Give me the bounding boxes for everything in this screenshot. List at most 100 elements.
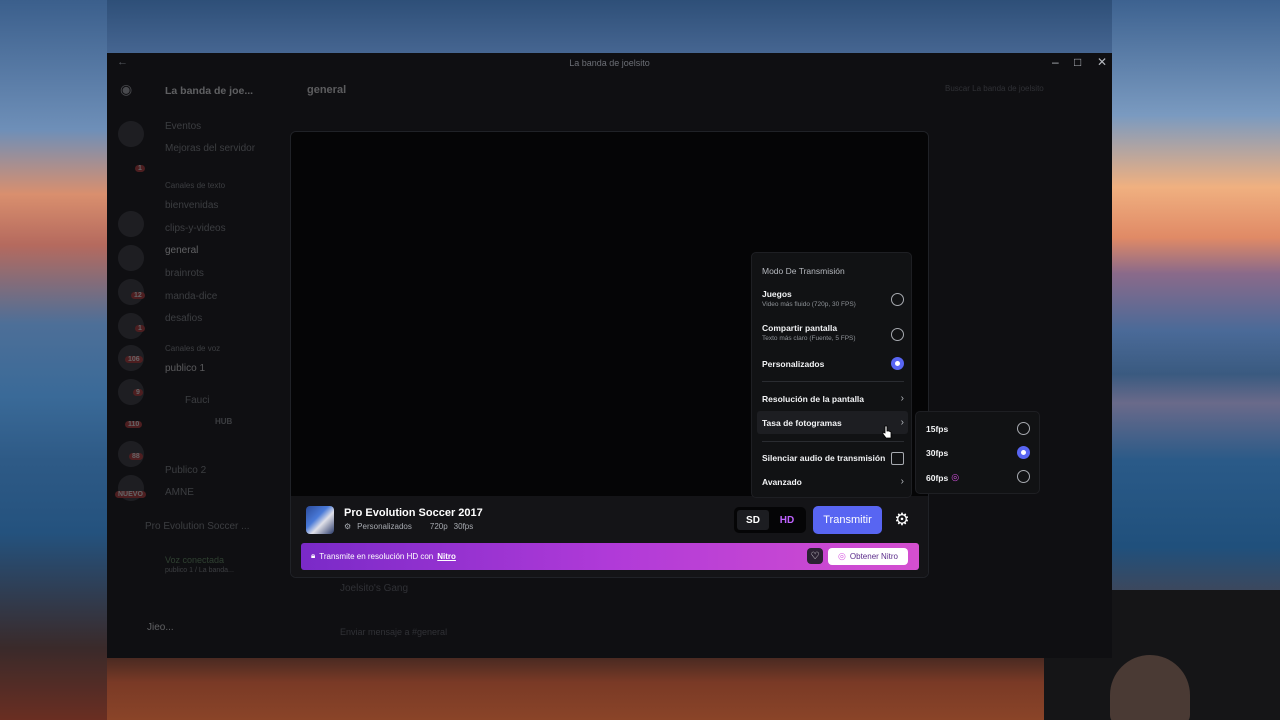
badge: 106 <box>125 356 143 363</box>
channel-brainrots[interactable]: brainrots <box>165 268 204 279</box>
quality-toggle: SD HD <box>734 507 806 533</box>
sidebar-item-events[interactable]: Eventos <box>165 121 201 132</box>
maximize-icon[interactable]: □ <box>1074 55 1081 69</box>
stream-settings-menu: Modo De Transmisión Juegos Video más flu… <box>751 252 912 498</box>
window-title: La banda de joelsito <box>569 58 650 68</box>
close-icon[interactable]: ✕ <box>1097 55 1107 69</box>
option-label: Juegos <box>762 289 792 299</box>
fps-option-60[interactable]: 60fps ◎ <box>926 470 1030 483</box>
menu-advanced[interactable]: Avanzado › <box>762 476 904 487</box>
option-sub: Texto más claro (Fuente, 5 FPS) <box>762 335 856 342</box>
menu-mute-audio[interactable]: Silenciar audio de transmisión <box>762 452 904 465</box>
user-name: Jieo... <box>147 622 174 633</box>
badge: NUEVO <box>115 491 146 498</box>
game-title: Pro Evolution Soccer 2017 <box>344 507 483 519</box>
nitro-banner-text: 🔒︎ Transmite en resolución HD con Nitro <box>311 551 456 561</box>
voice-channel-2[interactable]: Publico 2 <box>165 465 206 476</box>
badge: 12 <box>131 292 145 299</box>
sd-button[interactable]: SD <box>737 510 769 530</box>
badge: 1 <box>135 325 145 332</box>
fps-label: 60fps <box>926 472 949 483</box>
nitro-link[interactable]: Nitro <box>437 552 456 561</box>
server-icon[interactable] <box>118 211 144 237</box>
heart-icon[interactable]: ♡ <box>807 548 823 564</box>
option-label: Personalizados <box>762 359 825 369</box>
advanced-label: Avanzado <box>762 477 802 487</box>
divider <box>762 441 904 442</box>
title-bar: ← La banda de joelsito – □ ✕ <box>107 53 1112 73</box>
message-input[interactable]: Enviar mensaje a #general <box>340 627 447 637</box>
chevron-right-icon: › <box>900 417 904 428</box>
stream-fps: 30fps <box>453 522 474 531</box>
channel-general[interactable]: general <box>165 245 198 256</box>
get-nitro-label: Obtener Nitro <box>849 552 898 561</box>
channel-clips[interactable]: clips-y-videos <box>165 223 226 234</box>
voice-channel-3[interactable]: AMNE <box>165 487 194 498</box>
radio-60fps[interactable] <box>1017 470 1030 483</box>
game-icon <box>306 506 334 534</box>
menu-resolution[interactable]: Resolución de la pantalla › <box>762 393 904 404</box>
voice-status: Voz conectada <box>165 555 225 565</box>
mute-audio-label: Silenciar audio de transmisión <box>762 453 886 463</box>
option-sub: Video más fluido (720p, 30 FPS) <box>762 301 856 308</box>
chat-footer-text: Joelsito's Gang <box>340 583 409 594</box>
radio-15fps[interactable] <box>1017 422 1030 435</box>
desktop-wallpaper-bottom <box>107 658 1112 720</box>
nitro-icon: ◎ <box>838 551 846 561</box>
category-voice[interactable]: Canales de voz <box>165 344 220 353</box>
badge: 88 <box>129 453 143 460</box>
gear-icon: ⚙ <box>344 522 352 531</box>
hd-button[interactable]: HD <box>771 510 803 530</box>
voice-user-tag: HUB <box>215 417 233 426</box>
fps-option-15[interactable]: 15fps <box>926 422 1030 435</box>
voice-sub: publico 1 / La banda... <box>165 567 234 574</box>
server-icon[interactable] <box>118 121 144 147</box>
stream-mode: Personalizados <box>357 522 412 531</box>
channel-desafios[interactable]: desafios <box>165 313 202 324</box>
stream-bottom-bar: Pro Evolution Soccer 2017 ⚙ Personalizad… <box>291 496 928 577</box>
settings-gear-icon[interactable]: ⚙ <box>888 506 916 534</box>
category-text[interactable]: Canales de texto <box>165 181 225 190</box>
minimize-icon[interactable]: – <box>1052 55 1059 69</box>
activity-label[interactable]: Pro Evolution Soccer ... <box>145 521 250 532</box>
stream-info: ⚙ Personalizados 720p 30fps <box>344 522 473 531</box>
nitro-icon: ◎ <box>951 472 960 482</box>
option-custom[interactable]: Personalizados <box>762 357 904 370</box>
search-input[interactable]: Buscar La banda de joelsito <box>945 84 1044 93</box>
voice-user[interactable]: Fauci <box>185 395 209 406</box>
fps-label: 30fps <box>926 448 949 458</box>
option-games[interactable]: Juegos Video más fluido (720p, 30 FPS) <box>762 289 904 308</box>
fps-label: 15fps <box>926 424 949 434</box>
chevron-right-icon: › <box>900 393 904 404</box>
back-arrow-icon[interactable]: ← <box>117 56 128 68</box>
channel-sidebar: La banda de joe... Eventos Mejoras del s… <box>145 73 285 658</box>
badge: 9 <box>133 389 143 396</box>
get-nitro-button[interactable]: ◎ Obtener Nitro <box>828 548 908 565</box>
hand-cursor-icon <box>882 425 892 439</box>
divider <box>762 381 904 382</box>
channel-bienvenidas[interactable]: bienvenidas <box>165 200 218 211</box>
chevron-right-icon: › <box>900 476 904 487</box>
fps-option-30[interactable]: 30fps <box>926 446 1030 459</box>
server-icon[interactable] <box>118 245 144 271</box>
mute-audio-checkbox[interactable] <box>891 452 904 465</box>
go-live-button[interactable]: Transmitir <box>813 506 882 534</box>
radio-games[interactable] <box>891 293 904 306</box>
server-name[interactable]: La banda de joe... <box>165 85 253 97</box>
banner-text: Transmite en resolución HD con <box>319 551 434 561</box>
radio-30fps[interactable] <box>1017 446 1030 459</box>
sidebar-item-boosts[interactable]: Mejoras del servidor <box>165 143 255 154</box>
menu-header: Modo De Transmisión <box>762 266 845 276</box>
desktop-wallpaper-left <box>0 0 107 720</box>
discord-logo-icon[interactable]: ◉ <box>120 81 132 98</box>
radio-custom[interactable] <box>891 357 904 370</box>
radio-screenshare[interactable] <box>891 328 904 341</box>
option-screenshare[interactable]: Compartir pantalla Texto más claro (Fuen… <box>762 323 904 342</box>
option-label: Compartir pantalla <box>762 323 838 333</box>
channel-manda[interactable]: manda-dice <box>165 291 217 302</box>
server-rail: ◉ 1 12 1 106 9 110 88 NUEVO <box>107 73 155 658</box>
lock-icon: 🔒︎ <box>311 551 316 560</box>
framerate-submenu: 15fps 30fps 60fps ◎ <box>915 411 1040 494</box>
nitro-banner: 🔒︎ Transmite en resolución HD con Nitro … <box>301 543 919 570</box>
voice-channel[interactable]: publico 1 <box>165 363 205 374</box>
